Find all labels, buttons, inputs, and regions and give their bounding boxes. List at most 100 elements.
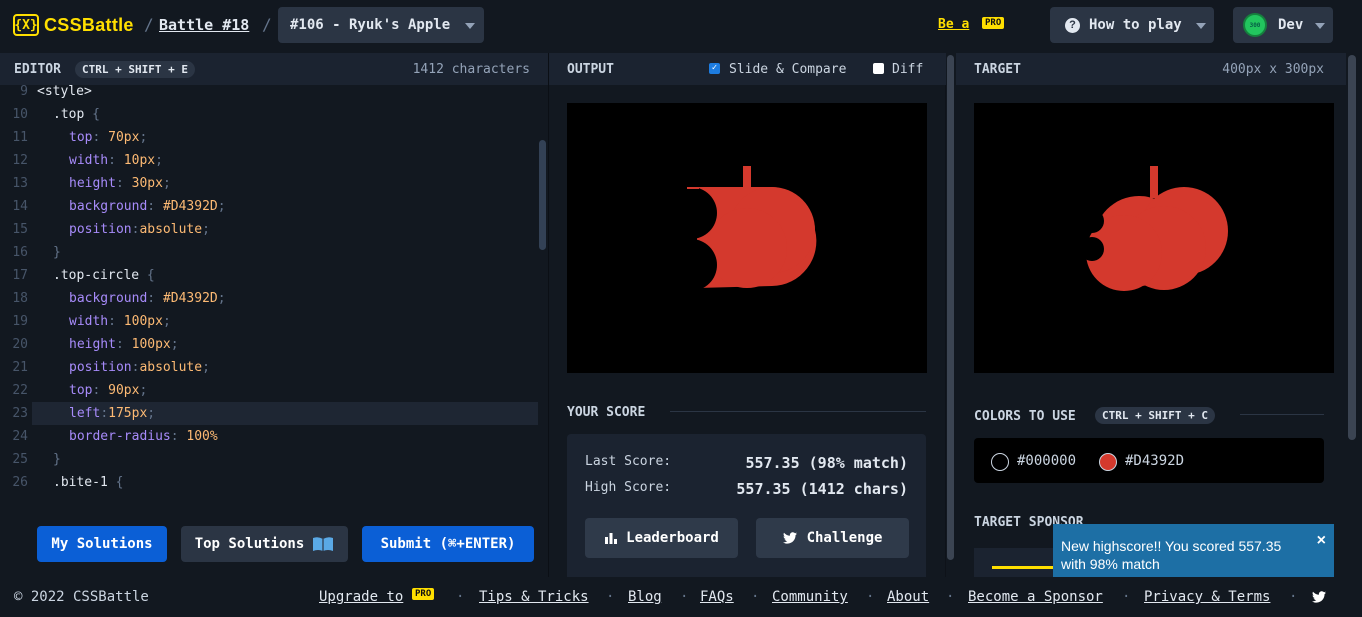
breadcrumb-separator: / bbox=[144, 15, 154, 34]
line-number: 21 bbox=[12, 360, 28, 375]
code-line[interactable]: 25} bbox=[0, 448, 538, 471]
diff-checkbox[interactable] bbox=[873, 63, 884, 74]
css-brace: { bbox=[139, 268, 155, 283]
code-line[interactable]: 14 background: #D4392D; bbox=[0, 195, 538, 218]
line-code: background: #D4392D; bbox=[69, 199, 226, 214]
line-code: left:175px; bbox=[69, 406, 156, 421]
line-number: 17 bbox=[12, 268, 28, 283]
code-line[interactable]: 19 width: 100px; bbox=[0, 310, 538, 333]
footer-link-tips[interactable]: Tips & Tricks bbox=[479, 589, 589, 605]
code-line[interactable]: 10 .top { bbox=[0, 103, 538, 126]
code-line[interactable]: 17 .top-circle { bbox=[0, 264, 538, 287]
css-value: #D4392D bbox=[162, 199, 218, 214]
logo-text: CSSBattle bbox=[44, 14, 134, 35]
footer-link-faqs[interactable]: FAQs bbox=[700, 589, 734, 605]
code-line[interactable]: 24 border-radius: 100% bbox=[0, 425, 538, 448]
slide-compare-checkbox[interactable]: ✓ bbox=[709, 63, 720, 74]
diff-label[interactable]: Diff bbox=[892, 62, 923, 77]
your-score-title: YOUR SCORE bbox=[567, 405, 646, 420]
page-scrollbar-thumb[interactable] bbox=[1348, 55, 1356, 440]
copyright: © 2022 CSSBattle bbox=[14, 589, 149, 605]
pro-badge: PRO bbox=[982, 17, 1005, 29]
close-icon[interactable]: × bbox=[1317, 532, 1326, 550]
code-line[interactable]: 16} bbox=[0, 241, 538, 264]
top-solutions-button[interactable]: Top Solutions bbox=[181, 526, 348, 562]
editor-scrollbar-thumb[interactable] bbox=[539, 140, 546, 250]
color-swatch-black[interactable] bbox=[991, 453, 1009, 471]
code-line[interactable]: 11 top: 70px; bbox=[0, 126, 538, 149]
user-menu-button[interactable]: 300 Dev bbox=[1233, 7, 1333, 43]
footer-separator: · bbox=[751, 589, 760, 605]
color-swatch-red[interactable] bbox=[1099, 453, 1117, 471]
cssbattle-logo[interactable]: {X} CSSBattle bbox=[13, 14, 134, 36]
code-line[interactable]: 15 position:absolute; bbox=[0, 218, 538, 241]
line-number: 18 bbox=[12, 291, 28, 306]
line-code: width: 10px; bbox=[69, 153, 163, 168]
footer-link-privacy[interactable]: Privacy & Terms bbox=[1144, 589, 1270, 605]
footer-link-blog[interactable]: Blog bbox=[628, 589, 662, 605]
upgrade-link[interactable]: Upgrade to bbox=[319, 589, 403, 605]
bar-chart-icon bbox=[605, 533, 618, 544]
target-apple bbox=[974, 103, 1334, 373]
footer-link-community[interactable]: Community bbox=[772, 589, 848, 605]
my-solutions-button[interactable]: My Solutions bbox=[37, 526, 167, 562]
submit-button[interactable]: Submit (⌘+ENTER) bbox=[362, 526, 534, 562]
css-property: top bbox=[69, 130, 93, 145]
line-code: top: 90px; bbox=[69, 383, 148, 398]
line-number: 10 bbox=[12, 107, 28, 122]
slide-compare-label[interactable]: Slide & Compare bbox=[729, 62, 846, 77]
css-property: position bbox=[69, 360, 132, 375]
be-a-pro-link[interactable]: Be a PRO bbox=[938, 17, 1005, 32]
code-line[interactable]: 13 height: 30px; bbox=[0, 172, 538, 195]
line-code: position:absolute; bbox=[69, 222, 210, 237]
target-select-dropdown[interactable]: #106 - Ryuk's Apple bbox=[278, 7, 484, 43]
line-code: border-radius: 100% bbox=[69, 429, 218, 444]
code-line[interactable]: 20 height: 100px; bbox=[0, 333, 538, 356]
css-value: 100px bbox=[131, 337, 171, 352]
battle-link[interactable]: Battle #18 bbox=[159, 16, 249, 34]
line-code: position:absolute; bbox=[69, 360, 210, 375]
output-scrollbar-thumb[interactable] bbox=[947, 55, 954, 560]
output-canvas[interactable] bbox=[567, 103, 927, 373]
code-line[interactable]: 26 .bite-1 { bbox=[0, 471, 538, 494]
chevron-down-icon bbox=[1315, 23, 1325, 29]
line-code: .bite-1 { bbox=[53, 471, 123, 494]
twitter-icon[interactable] bbox=[1312, 591, 1326, 603]
code-editor[interactable]: 9 <style> 10 .top {11 top: 70px; 12 width: 10p… bbox=[0, 85, 548, 510]
css-property: background bbox=[69, 199, 148, 214]
last-score-value: 557.35 (98% match) bbox=[745, 454, 908, 472]
code-line[interactable]: 9 <style> bbox=[0, 85, 538, 103]
target-title: TARGET bbox=[974, 61, 1021, 77]
color-label-black[interactable]: #000000 bbox=[1017, 453, 1076, 469]
output-apple bbox=[567, 103, 927, 373]
code-line[interactable]: 23 left:175px; bbox=[12, 402, 538, 425]
footer-link-about[interactable]: About bbox=[887, 589, 929, 605]
css-brace: { bbox=[107, 475, 124, 490]
line-number: 25 bbox=[12, 452, 28, 467]
css-property: position bbox=[69, 222, 132, 237]
line-code: height: 100px; bbox=[69, 337, 179, 352]
code-line[interactable]: 22 top: 90px; bbox=[0, 379, 538, 402]
line-number: 22 bbox=[12, 383, 28, 398]
challenge-label: Challenge bbox=[806, 530, 883, 546]
challenge-button[interactable]: Challenge bbox=[756, 518, 909, 558]
footer: © 2022 CSSBattle Upgrade to PRO · Tips &… bbox=[0, 577, 1362, 617]
footer-pro-badge: PRO bbox=[412, 588, 435, 600]
highscore-toast[interactable]: New highscore!! You scored 557.35 with 9… bbox=[1053, 524, 1334, 582]
how-to-play-button[interactable]: ? How to play bbox=[1050, 7, 1214, 43]
css-property: width bbox=[69, 153, 109, 168]
target-canvas bbox=[974, 103, 1334, 373]
code-line[interactable]: 21 position:absolute; bbox=[0, 356, 538, 379]
css-value: 90px bbox=[108, 383, 140, 398]
css-property: background bbox=[69, 291, 148, 306]
color-label-red[interactable]: #D4392D bbox=[1125, 453, 1184, 469]
score-card: Last Score: 557.35 (98% match) High Scor… bbox=[567, 434, 926, 577]
avatar: 300 bbox=[1243, 13, 1267, 37]
logo-mark-icon: {X} bbox=[13, 14, 39, 36]
footer-separator: · bbox=[1289, 589, 1298, 605]
code-line[interactable]: 12 width: 10px; bbox=[0, 149, 538, 172]
chevron-down-icon bbox=[1196, 23, 1206, 29]
footer-link-sponsor[interactable]: Become a Sponsor bbox=[968, 589, 1103, 605]
leaderboard-button[interactable]: Leaderboard bbox=[585, 518, 738, 558]
code-line[interactable]: 18 background: #D4392D; bbox=[0, 287, 538, 310]
